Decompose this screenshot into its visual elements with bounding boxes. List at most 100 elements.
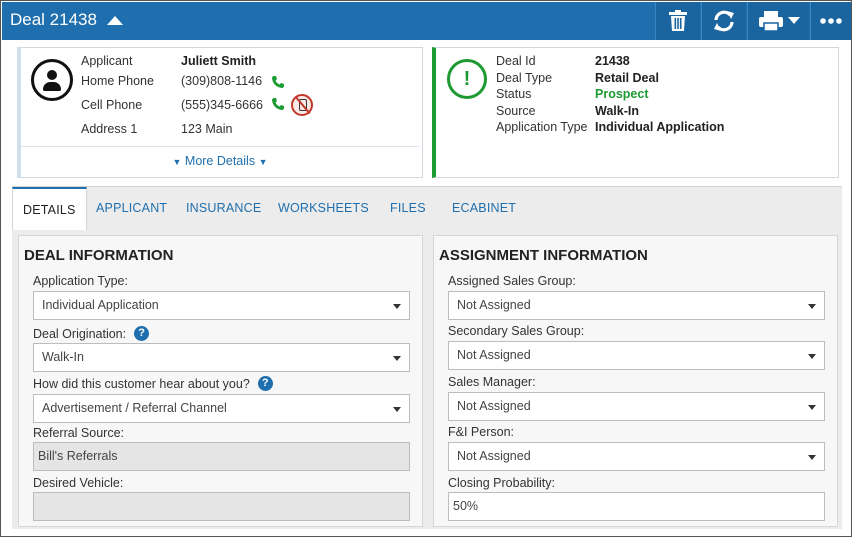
address-value: 123 Main (181, 122, 233, 136)
status-value: Prospect (595, 87, 649, 101)
delete-button[interactable] (655, 2, 700, 40)
applicant-name: Juliett Smith (181, 54, 257, 68)
secondary-sales-group-select[interactable]: Not Assigned (448, 341, 825, 370)
more-details-label: More Details (184, 154, 256, 168)
assigned-sales-group-select[interactable]: Not Assigned (448, 291, 825, 320)
app-window: Deal 21438 Applicant Juliett Smith Home … (0, 0, 852, 537)
person-icon (31, 59, 73, 101)
header-bar: Deal 21438 (2, 2, 851, 40)
closing-probability-input[interactable]: 50% (448, 492, 825, 521)
dropdown-arrow-icon (393, 304, 401, 309)
tab-ecabinet[interactable]: ECABINET (452, 187, 516, 231)
assigned-sales-group-label: Assigned Sales Group: (448, 274, 576, 288)
sales-manager-select[interactable]: Not Assigned (448, 392, 825, 421)
referral-source-field: Bill's Referrals (33, 442, 410, 471)
phone-icon[interactable] (271, 97, 285, 111)
help-icon[interactable]: ? (257, 376, 273, 391)
selected-value: Not Assigned (457, 348, 531, 362)
deal-information-panel: DEAL INFORMATION Application Type: Indiv… (18, 235, 423, 527)
hear-about-select[interactable]: Advertisement / Referral Channel (33, 394, 410, 423)
label-text: Assigned Sales Group: (448, 274, 576, 288)
home-phone-label: Home Phone (81, 74, 154, 88)
secondary-sales-group-label: Secondary Sales Group: (448, 324, 584, 338)
deal-origination-select[interactable]: Walk-In (33, 343, 410, 372)
caret-down-icon: ▼ (172, 157, 182, 167)
address-label: Address 1 (81, 122, 138, 136)
fi-person-label: F&I Person: (448, 425, 514, 439)
print-icon (758, 11, 783, 32)
field-value: 50% (453, 499, 479, 513)
cell-phone-value: (555)345-6666 (181, 98, 264, 112)
tab-details[interactable]: DETAILS (12, 187, 87, 231)
label-text: Closing Probability: (448, 476, 555, 490)
applicant-card: Applicant Juliett Smith Home Phone (309)… (17, 47, 423, 178)
application-type-value: Individual Application (595, 120, 725, 134)
label-text: How did this customer hear about you? (33, 376, 250, 391)
desired-vehicle-field-label: Desired Vehicle: (33, 476, 123, 490)
selected-value: Not Assigned (457, 449, 531, 463)
deal-title-toggle[interactable]: Deal 21438 (10, 10, 123, 30)
section-title: DEAL INFORMATION (24, 247, 174, 264)
dropdown-arrow-icon (808, 405, 816, 410)
source-label: Source (496, 104, 536, 118)
more-icon (820, 18, 842, 24)
hear-about-field-label: How did this customer hear about you? ? (33, 376, 273, 391)
dropdown-arrow-icon (808, 304, 816, 309)
page-title: Deal 21438 (10, 10, 97, 29)
more-button[interactable] (810, 2, 851, 40)
label-text: Secondary Sales Group: (448, 324, 585, 338)
label-text: Application Type: (33, 274, 128, 288)
sales-manager-label: Sales Manager: (448, 375, 536, 389)
deal-summary-card: ! Deal Id 21438 Deal Type Retail Deal St… (432, 47, 839, 178)
trash-icon (669, 10, 687, 31)
divider (21, 146, 419, 147)
refresh-icon (714, 10, 734, 32)
print-button[interactable] (747, 2, 809, 40)
caret-down-icon: ▼ (258, 157, 268, 167)
help-icon[interactable]: ? (134, 326, 150, 341)
tab-applicant[interactable]: APPLICANT (96, 187, 167, 231)
deal-type-label: Deal Type (496, 71, 553, 85)
label-text: Desired Vehicle: (33, 476, 124, 490)
tab-insurance[interactable]: INSURANCE (186, 187, 261, 231)
refresh-button[interactable] (701, 2, 746, 40)
application-type-select[interactable]: Individual Application (33, 291, 410, 320)
selected-value: Individual Application (42, 298, 159, 312)
dropdown-arrow-icon (808, 455, 816, 460)
assignment-information-panel: ASSIGNMENT INFORMATION Assigned Sales Gr… (433, 235, 838, 527)
tab-files[interactable]: FILES (390, 187, 426, 231)
application-type-field-label: Application Type: (33, 274, 128, 288)
label-text: Referral Source: (33, 426, 125, 440)
exclamation-icon: ! (447, 59, 487, 99)
tab-bar: DETAILS APPLICANT INSURANCE WORKSHEETS F… (12, 186, 842, 231)
referral-source-field-label: Referral Source: (33, 426, 124, 440)
dropdown-arrow-icon (393, 407, 401, 412)
fi-person-select[interactable]: Not Assigned (448, 442, 825, 471)
dropdown-arrow-icon (393, 356, 401, 361)
applicant-label: Applicant (81, 54, 133, 68)
selected-value: Walk-In (42, 350, 84, 364)
deal-id-value: 21438 (595, 54, 630, 68)
closing-probability-label: Closing Probability: (448, 476, 555, 490)
field-value: Bill's Referrals (38, 449, 118, 463)
details-content: DEAL INFORMATION Application Type: Indiv… (12, 230, 842, 529)
tab-worksheets[interactable]: WORKSHEETS (278, 187, 369, 231)
label-text: Deal Origination: (33, 326, 127, 341)
selected-value: Advertisement / Referral Channel (42, 401, 227, 415)
desired-vehicle-field[interactable] (33, 492, 410, 521)
source-value: Walk-In (595, 104, 639, 118)
label-text: Sales Manager: (448, 375, 536, 389)
no-texting-icon[interactable] (291, 94, 313, 116)
application-type-label: Application Type (496, 120, 588, 134)
label-text: F&I Person: (448, 425, 514, 439)
phone-icon[interactable] (271, 75, 285, 89)
deal-id-label: Deal Id (496, 54, 536, 68)
chevron-down-icon (787, 17, 800, 24)
caret-up-icon (106, 15, 123, 25)
section-title: ASSIGNMENT INFORMATION (439, 247, 648, 264)
selected-value: Not Assigned (457, 399, 531, 413)
cell-phone-label: Cell Phone (81, 98, 143, 112)
more-details-link[interactable]: ▼ More Details ▼ (21, 154, 419, 168)
dropdown-arrow-icon (808, 354, 816, 359)
deal-origination-field-label: Deal Origination: ? (33, 326, 150, 341)
